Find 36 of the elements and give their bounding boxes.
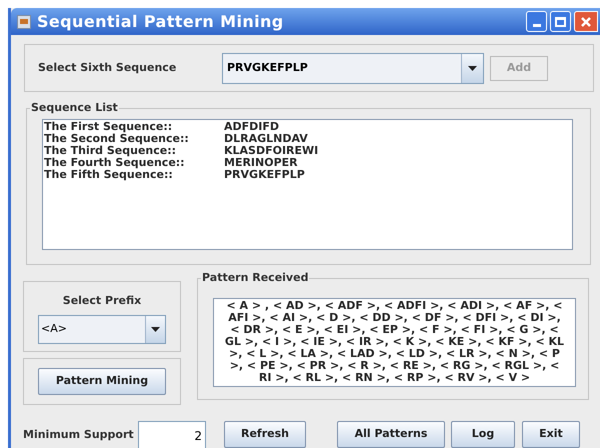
prefix-dropdown[interactable]: <A>	[38, 314, 166, 344]
field-label: Select Prefix	[62, 293, 142, 309]
pattern-text-line: >, < PE >, < PR >, < R >, < RE >, < RG >, < RGL >, <	[230, 360, 560, 372]
sequence-dropdown[interactable]: PRVGKEFPLP	[222, 52, 484, 84]
app-icon	[17, 14, 31, 28]
panel-title: Pattern Received	[201, 272, 310, 284]
pattern-text-line: GL >, < I >, < IE >, < IR >, < K >, < KE >, < KF >, < KL	[224, 336, 564, 348]
sequence-name: The First Sequence::	[44, 121, 174, 133]
pattern-text-line: RI >, < RL >, < RN >, < RP >, < RV >, < V >	[258, 372, 530, 384]
close-button[interactable]	[574, 11, 598, 32]
window-title: Sequential Pattern Mining	[37, 10, 284, 32]
minimum-support-field[interactable]: 2	[138, 421, 206, 448]
sequence-name: The Fourth Sequence::	[44, 157, 186, 169]
maximize-button[interactable]	[550, 11, 571, 32]
panel-title: Sequence List	[30, 102, 119, 114]
field-label: Select Sixth Sequence	[38, 60, 178, 76]
pattern-text-line: AFI >, < AI >, < D >, < DD >, < DF >, < DFI >, < DI >,	[228, 312, 561, 324]
exit-button[interactable]: Exit	[522, 421, 580, 448]
pattern-mining-button[interactable]: Pattern Mining	[38, 368, 166, 395]
sequence-value: KLASDFOIREWI	[224, 145, 318, 157]
log-button[interactable]: Log	[451, 421, 515, 448]
sequence-name: The Third Sequence::	[44, 145, 176, 157]
all-patterns-button[interactable]: All Patterns	[337, 421, 445, 448]
sequence-value: MERINOPER	[224, 157, 298, 169]
field-label: Minimum Support	[23, 427, 134, 443]
sequence-name: The Fifth Sequence::	[44, 169, 173, 181]
sequence-value: PRVGKEFPLP	[224, 169, 305, 181]
sequence-name: The Second Sequence::	[44, 133, 190, 145]
close-icon[interactable]	[580, 16, 592, 28]
pattern-text-line: >, < L >, < LA >, < LAD >, < LD >, < LR >, < N >, < P	[229, 348, 560, 360]
refresh-button[interactable]: Refresh	[224, 421, 306, 448]
sequence-value: DLRAGLNDAV	[224, 133, 308, 145]
minimize-button[interactable]	[526, 11, 547, 32]
sequence-value: ADFDIFD	[224, 121, 280, 133]
pattern-text-line: < DR >, < E >, < EI >, < EP >, < F >, < FI >, < G >, <	[230, 324, 559, 336]
pattern-text-line: < A > , < AD >, < ADF >, < ADFI >, < ADI >, < AF >, <	[226, 300, 562, 312]
